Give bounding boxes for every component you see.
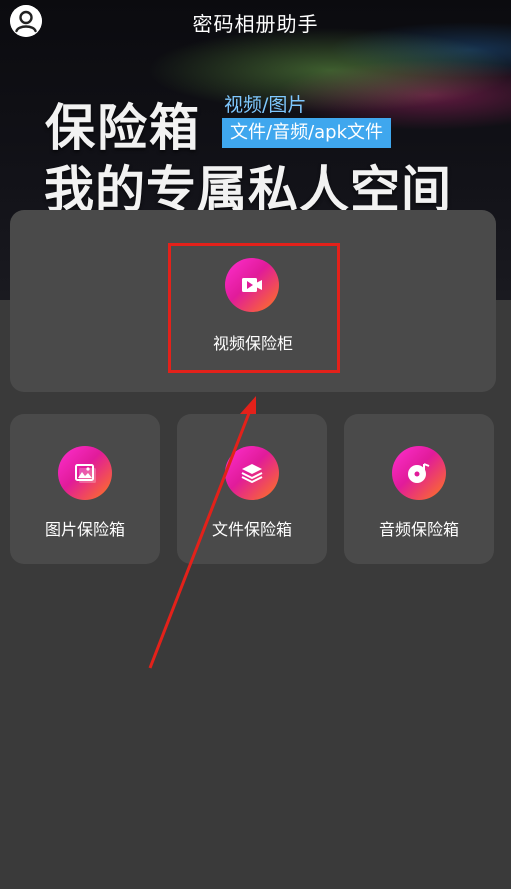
layers-icon: [225, 446, 279, 500]
music-disc-icon: [392, 446, 446, 500]
file-vault-label: 文件保险箱: [211, 520, 292, 539]
audio-vault-label: 音频保险箱: [378, 520, 459, 539]
audio-vault-card[interactable]: 音频保险箱: [344, 414, 494, 564]
image-vault-card[interactable]: 图片保险箱: [10, 414, 160, 564]
banner-sub-tag-media: 视频/图片: [224, 94, 307, 116]
annotation-highlight-box: [168, 243, 340, 373]
image-icon: [58, 446, 112, 500]
image-vault-label: 图片保险箱: [44, 520, 125, 539]
app-title: 密码相册助手: [192, 12, 319, 36]
banner-sub-tag-files: 文件/音频/apk文件: [222, 118, 392, 148]
file-vault-card[interactable]: 文件保险箱: [177, 414, 327, 564]
